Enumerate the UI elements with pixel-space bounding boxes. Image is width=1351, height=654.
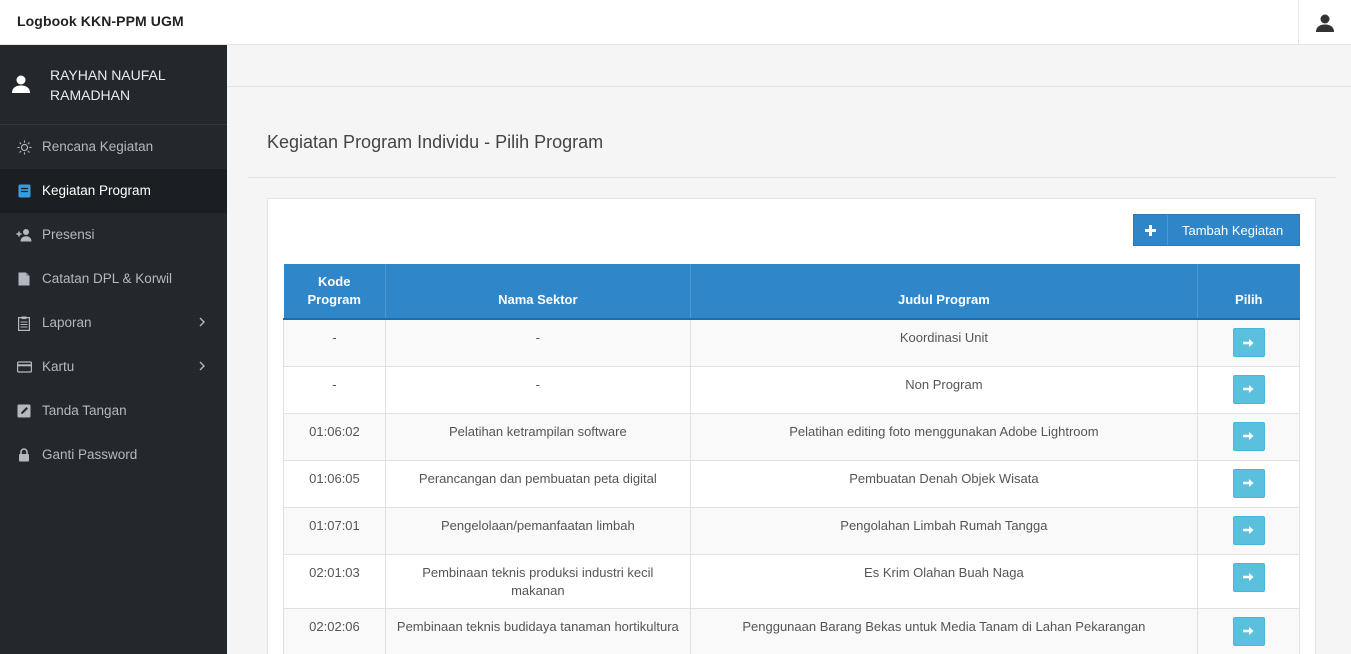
select-program-button[interactable] bbox=[1232, 468, 1265, 498]
cell-kode: 01:06:02 bbox=[283, 413, 386, 461]
table-row: 01:06:02 Pelatihan ketrampilan software … bbox=[283, 413, 1300, 461]
arrow-right-icon bbox=[1243, 385, 1254, 393]
column-header-pilih: Pilih bbox=[1197, 264, 1300, 320]
select-program-button[interactable] bbox=[1232, 421, 1265, 451]
cell-pilih bbox=[1197, 366, 1300, 414]
arrow-right-icon bbox=[1243, 573, 1254, 581]
sidebar-item-label: Ganti Password bbox=[42, 447, 138, 462]
user-menu-button[interactable] bbox=[1298, 0, 1351, 45]
page-title: Kegiatan Program Individu - Pilih Progra… bbox=[267, 132, 604, 152]
sidebar: RAYHAN NAUFAL RAMADHAN Rencana Kegiatan … bbox=[0, 45, 227, 654]
cell-judul: Pelatihan editing foto menggunakan Adobe… bbox=[690, 413, 1199, 461]
cell-kode: 01:07:01 bbox=[283, 507, 386, 555]
sidebar-item-label: Catatan DPL & Korwil bbox=[42, 271, 173, 286]
cell-sektor: Pembinaan teknis produksi industri kecil… bbox=[385, 554, 691, 609]
add-activity-label: Tambah Kegiatan bbox=[1182, 222, 1284, 238]
cell-judul: Es Krim Olahan Buah Naga bbox=[690, 554, 1199, 609]
arrow-right-icon bbox=[1243, 432, 1254, 440]
lightbulb-icon bbox=[16, 139, 32, 155]
arrow-right-icon bbox=[1243, 338, 1254, 347]
sidebar-item-label: Kartu bbox=[42, 359, 75, 374]
cell-judul: Koordinasi Unit bbox=[690, 319, 1199, 367]
arrow-right-icon bbox=[1243, 627, 1254, 635]
cell-judul: Penggunaan Barang Bekas untuk Media Tana… bbox=[690, 608, 1199, 654]
sidebar-item-label: Tanda Tangan bbox=[42, 403, 127, 418]
cell-kode: - bbox=[283, 366, 386, 414]
table-row: 01:07:01 Pengelolaan/pemanfaatan limbah … bbox=[283, 507, 1300, 555]
cell-judul: Non Program bbox=[690, 366, 1199, 414]
table-header-row: Kode Program Nama Sektor Judul Program P… bbox=[283, 264, 1300, 320]
plus-icon bbox=[1134, 215, 1168, 245]
select-program-button[interactable] bbox=[1232, 328, 1265, 357]
chevron-right-icon bbox=[198, 316, 206, 331]
column-header-judul: Judul Program bbox=[690, 264, 1199, 320]
edit-icon bbox=[16, 403, 32, 419]
sidebar-item-presensi[interactable]: Presensi bbox=[0, 213, 227, 257]
add-activity-button[interactable]: Tambah Kegiatan bbox=[1133, 214, 1300, 246]
cell-judul: Pembuatan Denah Objek Wisata bbox=[690, 460, 1199, 508]
user-icon bbox=[12, 75, 30, 93]
arrow-right-icon bbox=[1243, 479, 1254, 487]
top-navbar: Logbook KKN-PPM UGM bbox=[0, 0, 1351, 45]
clipboard-icon bbox=[16, 315, 32, 331]
column-header-kode: Kode Program bbox=[283, 264, 386, 320]
sidebar-item-kartu[interactable]: Kartu bbox=[0, 345, 227, 389]
sidebar-profile: RAYHAN NAUFAL RAMADHAN bbox=[0, 45, 227, 125]
cell-pilih bbox=[1197, 319, 1300, 367]
cell-sektor: - bbox=[385, 366, 691, 414]
cell-pilih bbox=[1197, 554, 1300, 609]
sidebar-item-label: Rencana Kegiatan bbox=[42, 139, 154, 154]
sidebar-item-label: Laporan bbox=[42, 315, 92, 330]
sidebar-item-label: Presensi bbox=[42, 227, 95, 242]
select-program-button[interactable] bbox=[1232, 374, 1265, 404]
cell-kode: 01:06:05 bbox=[283, 460, 386, 508]
cell-kode: 02:02:06 bbox=[283, 608, 386, 654]
sidebar-item-label: Kegiatan Program bbox=[42, 183, 151, 198]
lock-icon bbox=[16, 447, 32, 463]
arrow-right-icon bbox=[1243, 526, 1254, 534]
column-header-sektor: Nama Sektor bbox=[385, 264, 691, 320]
user-name: RAYHAN NAUFAL RAMADHAN bbox=[50, 67, 166, 103]
sidebar-item-tanda-tangan[interactable]: Tanda Tangan bbox=[0, 389, 227, 433]
cell-kode: 02:01:03 bbox=[283, 554, 386, 609]
sidebar-item-kegiatan-program[interactable]: Kegiatan Program bbox=[0, 169, 227, 213]
cell-judul: Pengolahan Limbah Rumah Tangga bbox=[690, 507, 1199, 555]
book-icon bbox=[16, 183, 32, 199]
table-row: - - Koordinasi Unit bbox=[283, 319, 1300, 367]
cell-pilih bbox=[1197, 413, 1300, 461]
cell-pilih bbox=[1197, 608, 1300, 654]
chevron-right-icon bbox=[198, 360, 206, 375]
sidebar-item-catatan-dpl-korwil[interactable]: Catatan DPL & Korwil bbox=[0, 257, 227, 301]
select-program-button[interactable] bbox=[1232, 562, 1265, 592]
cell-kode: - bbox=[283, 319, 386, 367]
divider bbox=[248, 177, 1336, 178]
select-program-button[interactable] bbox=[1232, 515, 1265, 545]
user-plus-icon bbox=[16, 227, 32, 243]
user-icon bbox=[1316, 14, 1334, 32]
credit-card-icon bbox=[16, 359, 32, 375]
table-row: 01:06:05 Perancangan dan pembuatan peta … bbox=[283, 460, 1300, 508]
select-program-button[interactable] bbox=[1232, 616, 1265, 646]
cell-sektor: - bbox=[385, 319, 691, 367]
cell-pilih bbox=[1197, 460, 1300, 508]
app-title[interactable]: Logbook KKN-PPM UGM bbox=[17, 13, 184, 29]
table-row: 02:02:06 Pembinaan teknis budidaya tanam… bbox=[283, 608, 1300, 654]
table-row: - - Non Program bbox=[283, 366, 1300, 414]
cell-sektor: Pelatihan ketrampilan software bbox=[385, 413, 691, 461]
program-table: Kode Program Nama Sektor Judul Program P… bbox=[283, 264, 1300, 654]
table-row: 02:01:03 Pembinaan teknis produksi indus… bbox=[283, 554, 1300, 609]
cell-pilih bbox=[1197, 507, 1300, 555]
sidebar-item-laporan[interactable]: Laporan bbox=[0, 301, 227, 345]
cell-sektor: Pembinaan teknis budidaya tanaman hortik… bbox=[385, 608, 691, 654]
cell-sektor: Perancangan dan pembuatan peta digital bbox=[385, 460, 691, 508]
document-icon bbox=[16, 271, 32, 287]
sidebar-item-rencana-kegiatan[interactable]: Rencana Kegiatan bbox=[0, 125, 227, 169]
breadcrumb-bar bbox=[227, 45, 1351, 87]
cell-sektor: Pengelolaan/pemanfaatan limbah bbox=[385, 507, 691, 555]
sidebar-item-ganti-password[interactable]: Ganti Password bbox=[0, 433, 227, 477]
